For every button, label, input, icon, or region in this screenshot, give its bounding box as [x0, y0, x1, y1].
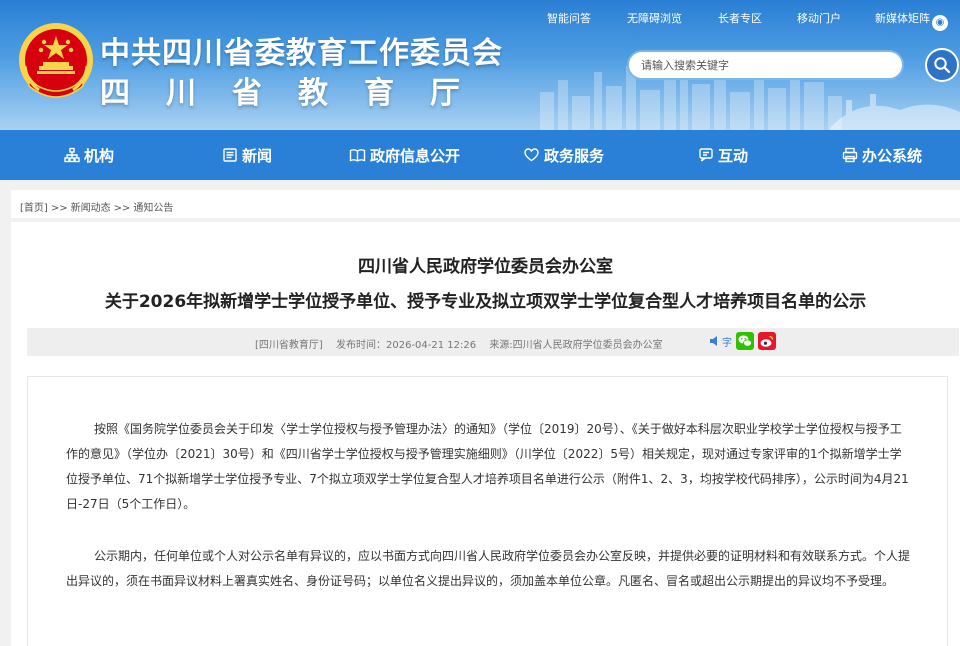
- search-icon: [934, 57, 951, 74]
- nav-item-interaction[interactable]: 互动: [698, 130, 748, 180]
- nav-item-news[interactable]: 新闻: [222, 130, 272, 180]
- nav-label: 互动: [718, 146, 749, 165]
- nav-item-gov-info-disclosure[interactable]: 政府信息公开: [349, 130, 460, 180]
- article-meta: [四川省教育厅] 发布时间：2026-04-21 12:26 来源:四川省人民政…: [255, 336, 673, 351]
- open-book-icon: [349, 149, 366, 162]
- article-paragraph: 公示期内，任何单位或个人对公示名单有异议的，应以书面方式向四川省人民政府学位委员…: [66, 549, 911, 588]
- heart-hand-icon: [524, 148, 539, 162]
- wechat-share-icon[interactable]: [736, 332, 754, 350]
- main-nav: 机构 新闻 政府信息公开 政务服务 互动 办公系统: [0, 130, 960, 180]
- breadcrumb-separator: >>: [113, 203, 131, 214]
- meta-publish-date: 发布时间：2026-04-21 12:26: [336, 340, 477, 351]
- org-chart-icon: [64, 147, 80, 163]
- top-link-senior-zone[interactable]: 长者专区: [718, 10, 762, 26]
- chat-icon: [699, 148, 713, 162]
- font-size-button[interactable]: 字: [709, 332, 732, 350]
- site-title-char: 育: [364, 76, 394, 111]
- nav-label: 政府信息公开: [370, 146, 461, 165]
- nav-item-gov-services[interactable]: 政务服务: [523, 130, 604, 180]
- meta-source: 来源:四川省人民政府学位委员会办公室: [489, 340, 663, 351]
- top-links: 智能问答 无障碍浏览 长者专区 移动门户 新媒体矩阵 ◉: [540, 10, 960, 31]
- breadcrumb-bar: [首页] >> 新闻动态 >> 通知公告: [11, 190, 960, 218]
- top-link-smart-qa[interactable]: 智能问答: [547, 10, 591, 26]
- search-box: [627, 50, 904, 80]
- font-size-label: 字: [722, 337, 732, 349]
- breadcrumb: [首页] >> 新闻动态 >> 通知公告: [20, 199, 173, 214]
- article-body: 按照《国务院学位委员会关于印发〈学士学位授权与授予管理办法〉的通知》（学位〔20…: [27, 376, 948, 646]
- article-meta-bar: [四川省教育厅] 发布时间：2026-04-21 12:26 来源:四川省人民政…: [27, 328, 959, 356]
- new-media-toggle-icon: ◉: [932, 15, 948, 31]
- nav-label: 办公系统: [862, 146, 923, 165]
- search-input[interactable]: [641, 52, 891, 78]
- site-title-char: 省: [232, 76, 262, 111]
- news-icon: [223, 148, 237, 162]
- speaker-icon: [710, 336, 717, 346]
- site-title-department: 四 川 省 教 育 厅: [100, 68, 460, 112]
- breadcrumb-separator: >>: [50, 203, 68, 214]
- share-tools: 字: [709, 332, 780, 350]
- site-title-char: 川: [166, 76, 196, 111]
- weibo-share-icon[interactable]: [758, 332, 776, 350]
- article-paragraph: 按照《国务院学位委员会关于印发〈学士学位授权与授予管理办法〉的通知》（学位〔20…: [66, 422, 909, 511]
- site-title-char: 教: [298, 76, 328, 111]
- site-title-char: 厅: [430, 76, 460, 111]
- site-title-char: 四: [100, 76, 130, 111]
- nav-label: 政务服务: [544, 146, 605, 165]
- site-header: 中共四川省委教育工作委员会 四 川 省 教 育 厅 智能问答 无障碍浏览 长者专…: [0, 0, 960, 130]
- search-button[interactable]: [925, 48, 959, 82]
- top-link-new-media[interactable]: 新媒体矩阵 ◉: [875, 10, 948, 31]
- article-title-issuer: 四川省人民政府学位委员会办公室: [358, 257, 613, 277]
- article-container: 四川省人民政府学位委员会办公室 关于2026年拟新增学士学位授予单位、授予专业及…: [11, 222, 960, 646]
- breadcrumb-home-link[interactable]: [首页]: [20, 203, 48, 214]
- nav-label: 新闻: [242, 146, 273, 165]
- printer-icon: [842, 147, 858, 163]
- top-link-mobile-portal[interactable]: 移动门户: [797, 10, 841, 26]
- nav-item-organization[interactable]: 机构: [64, 130, 114, 180]
- breadcrumb-news-link[interactable]: 新闻动态: [71, 203, 111, 214]
- nav-item-office-system[interactable]: 办公系统: [842, 130, 922, 180]
- top-link-accessibility[interactable]: 无障碍浏览: [627, 10, 682, 26]
- breadcrumb-notices-link[interactable]: 通知公告: [133, 203, 173, 214]
- nav-label: 机构: [84, 146, 115, 165]
- article-title: 关于2026年拟新增学士学位授予单位、授予专业及拟立项双学士学位复合型人才培养项…: [104, 292, 867, 312]
- site-title-committee: 中共四川省委教育工作委员会: [100, 36, 503, 71]
- meta-site: [四川省教育厅]: [255, 340, 323, 351]
- national-emblem-icon: [19, 23, 93, 98]
- top-link-new-media-label: 新媒体矩阵: [875, 12, 930, 25]
